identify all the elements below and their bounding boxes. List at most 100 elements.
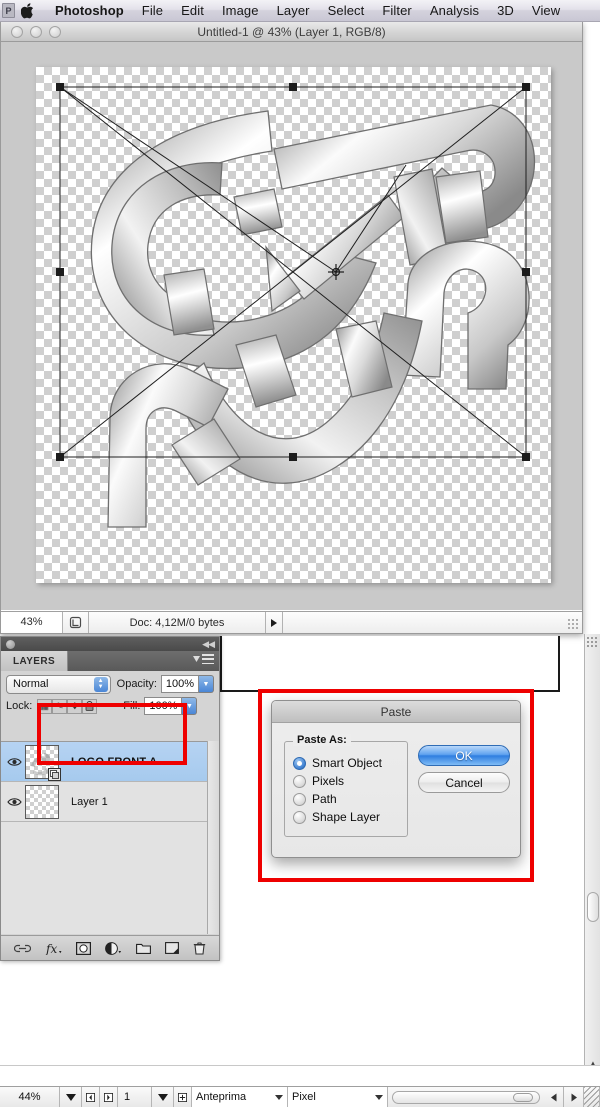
layer-visibility-toggle-1[interactable] bbox=[3, 797, 25, 807]
menu-item-image[interactable]: Image bbox=[213, 3, 268, 18]
menu-item-file[interactable]: File bbox=[133, 3, 172, 18]
transparent-canvas[interactable] bbox=[36, 67, 551, 583]
cancel-button[interactable]: Cancel bbox=[418, 772, 510, 793]
radio-label-smart-object: Smart Object bbox=[312, 756, 383, 770]
layers-panel-footer: fx bbox=[1, 935, 219, 960]
view-mode-select[interactable]: Anteprima bbox=[192, 1087, 288, 1107]
smart-object-badge-icon bbox=[48, 767, 61, 781]
scrollbar-thumb[interactable] bbox=[587, 892, 599, 922]
next-page-icon[interactable] bbox=[100, 1087, 118, 1107]
radio-pixels-icon[interactable] bbox=[293, 774, 306, 788]
radio-option-smart-object[interactable]: Smart Object bbox=[293, 756, 399, 770]
vertical-scrollbar[interactable]: ▲ ▼ bbox=[584, 634, 600, 1086]
fill-dropdown-icon[interactable]: ▼ bbox=[182, 697, 198, 715]
doc-preview-icon[interactable] bbox=[63, 612, 89, 633]
dialog-titlebar[interactable]: Paste bbox=[272, 701, 520, 723]
units-chevron-down-icon[interactable] bbox=[375, 1094, 383, 1100]
resize-grip[interactable] bbox=[567, 618, 579, 630]
layer-row-logo-front-a[interactable]: LOGO FRONT A bbox=[1, 742, 219, 782]
layer-list: LOGO FRONT A Layer 1 bbox=[1, 741, 219, 934]
dialog-body: Paste As: Smart Object Pixels Path Shape… bbox=[272, 723, 520, 847]
status-expand-arrow[interactable] bbox=[265, 612, 283, 633]
panel-close-dot[interactable] bbox=[6, 639, 15, 649]
slider-knob[interactable] bbox=[513, 1092, 533, 1102]
lock-all-button[interactable] bbox=[82, 698, 98, 714]
radio-option-shape-layer[interactable]: Shape Layer bbox=[293, 810, 399, 824]
bottom-white-strip bbox=[0, 1065, 600, 1086]
view-mode-chevron-down-icon[interactable] bbox=[275, 1094, 283, 1100]
document-window: Untitled-1 @ 43% (Layer 1, RGB/8) 43% Do… bbox=[0, 22, 583, 634]
fill-input[interactable]: 100% bbox=[144, 697, 183, 715]
window-resize-grip[interactable] bbox=[586, 636, 599, 649]
link-layers-button[interactable] bbox=[14, 944, 31, 953]
lock-transparent-pixels-button[interactable]: ▦ bbox=[37, 698, 53, 714]
tab-layers[interactable]: LAYERS bbox=[1, 651, 69, 671]
document-zoom-field[interactable]: 43% bbox=[1, 612, 63, 633]
zoom-dropdown-icon[interactable] bbox=[60, 1087, 82, 1107]
paste-dialog: Paste Paste As: Smart Object Pixels Path bbox=[271, 700, 521, 858]
page-dropdown-icon[interactable] bbox=[152, 1087, 174, 1107]
bottom-zoom-field[interactable]: 44% bbox=[0, 1087, 60, 1107]
new-layer-button[interactable] bbox=[165, 942, 179, 954]
layer-thumbnail-1[interactable] bbox=[25, 784, 59, 819]
layers-scrollbar[interactable] bbox=[207, 741, 219, 934]
delete-layer-button[interactable] bbox=[193, 941, 206, 955]
menu-item-3d[interactable]: 3D bbox=[488, 3, 523, 18]
add-icon[interactable] bbox=[174, 1087, 192, 1107]
opacity-dropdown-icon[interactable]: ▼ bbox=[199, 675, 214, 693]
radio-smart-object-icon[interactable] bbox=[293, 756, 306, 770]
opacity-label: Opacity: bbox=[116, 678, 157, 690]
document-titlebar[interactable]: Untitled-1 @ 43% (Layer 1, RGB/8) bbox=[1, 22, 582, 42]
radio-label-path: Path bbox=[312, 792, 337, 806]
units-select[interactable]: Pixel bbox=[288, 1087, 388, 1107]
layer-name-0[interactable]: LOGO FRONT A bbox=[71, 756, 157, 768]
blend-mode-stepper-icon[interactable]: ▲ ▼ bbox=[93, 676, 108, 692]
radio-option-path[interactable]: Path bbox=[293, 792, 399, 806]
adjustment-layer-button[interactable] bbox=[105, 941, 122, 955]
blend-mode-select[interactable]: Normal ▲ ▼ bbox=[6, 674, 111, 694]
radio-path-icon[interactable] bbox=[293, 792, 306, 806]
lock-image-pixels-button[interactable]: ✎ bbox=[52, 698, 68, 714]
canvas-area[interactable] bbox=[1, 42, 582, 610]
scroll-left-arrow-icon[interactable] bbox=[544, 1087, 564, 1107]
radio-shape-layer-icon[interactable] bbox=[293, 810, 306, 824]
paste-as-legend: Paste As: bbox=[293, 734, 351, 746]
menu-item-filter[interactable]: Filter bbox=[373, 3, 421, 18]
scroll-right-arrow-icon[interactable] bbox=[564, 1087, 584, 1107]
collapse-icon[interactable]: ◀◀ bbox=[202, 639, 215, 650]
slider-track[interactable] bbox=[392, 1090, 540, 1104]
radio-option-pixels[interactable]: Pixels bbox=[293, 774, 399, 788]
menu-item-layer[interactable]: Layer bbox=[268, 3, 319, 18]
paste-as-fieldset: Paste As: Smart Object Pixels Path Shape… bbox=[284, 734, 408, 837]
layer-mask-button[interactable] bbox=[76, 941, 91, 955]
bottom-slider[interactable] bbox=[388, 1087, 544, 1107]
photoshop-app-badge[interactable]: P bbox=[2, 3, 15, 18]
prev-page-icon[interactable] bbox=[82, 1087, 100, 1107]
menu-item-view[interactable]: View bbox=[523, 3, 569, 18]
document-title: Untitled-1 @ 43% (Layer 1, RGB/8) bbox=[197, 24, 386, 39]
panel-menu-icon[interactable] bbox=[193, 654, 214, 664]
background-window-panel bbox=[220, 636, 560, 692]
lock-label: Lock: bbox=[6, 700, 33, 712]
layer-style-button[interactable]: fx bbox=[45, 942, 62, 955]
fill-label: Fill: bbox=[123, 700, 141, 712]
layer-row-layer-1[interactable]: Layer 1 bbox=[1, 782, 219, 822]
menu-item-select[interactable]: Select bbox=[319, 3, 374, 18]
new-group-button[interactable] bbox=[136, 942, 151, 954]
view-mode-value: Anteprima bbox=[196, 1091, 247, 1103]
menu-item-photoshop[interactable]: Photoshop bbox=[46, 3, 133, 18]
layer-thumbnail-0[interactable] bbox=[25, 744, 61, 781]
svg-text:fx: fx bbox=[45, 942, 57, 955]
opacity-input[interactable]: 100% bbox=[161, 675, 199, 693]
apple-logo-icon[interactable] bbox=[20, 2, 36, 20]
bottom-resize-grip[interactable] bbox=[584, 1087, 600, 1107]
mac-menu-bar: P Photoshop File Edit Image Layer Select… bbox=[0, 0, 600, 22]
menu-item-edit[interactable]: Edit bbox=[172, 3, 213, 18]
ok-button[interactable]: OK bbox=[418, 745, 510, 766]
layer-visibility-toggle-0[interactable] bbox=[3, 757, 25, 767]
page-number-field[interactable]: 1 bbox=[118, 1087, 152, 1107]
layer-name-1[interactable]: Layer 1 bbox=[71, 796, 108, 808]
menu-item-analysis[interactable]: Analysis bbox=[421, 3, 488, 18]
lock-position-button[interactable]: ✥ bbox=[67, 698, 83, 714]
panel-grabber-bar[interactable]: ◀◀ bbox=[1, 637, 219, 651]
